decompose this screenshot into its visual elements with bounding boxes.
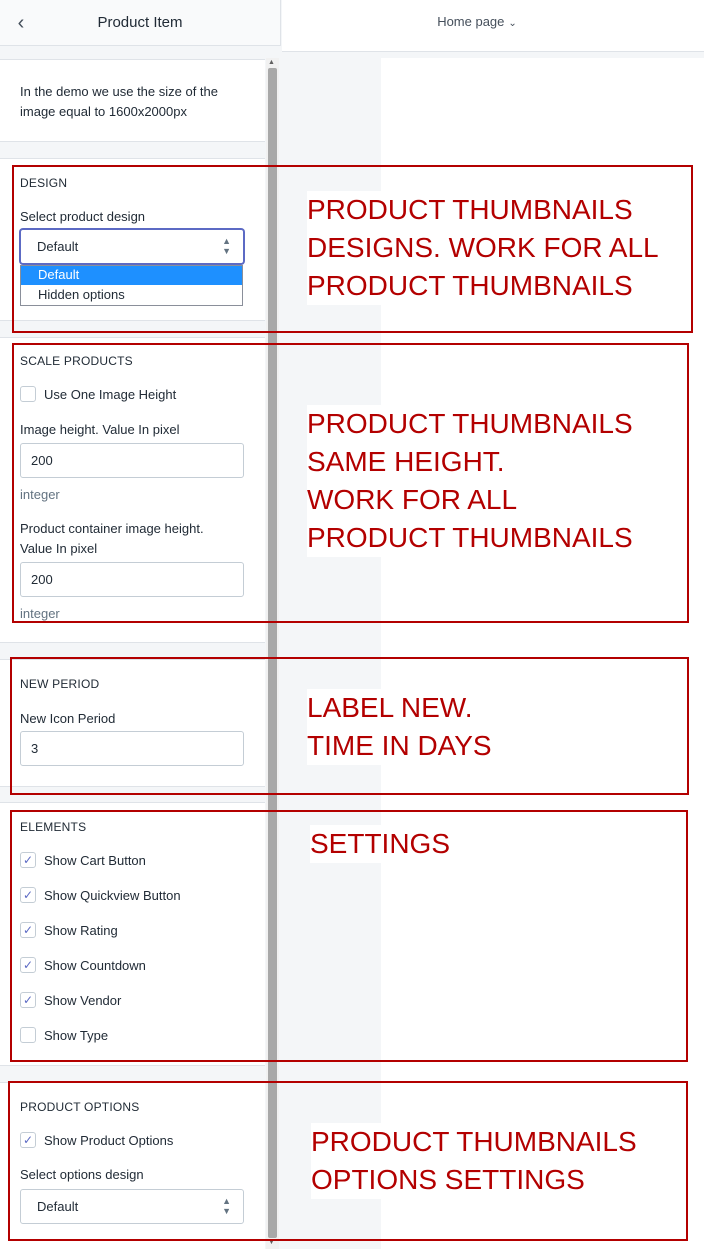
chevron-left-icon[interactable]: ‹ xyxy=(10,11,32,35)
scroll-up-icon[interactable]: ▲ xyxy=(268,59,275,66)
annotation-text-scale: PRODUCT THUMBNAILS SAME HEIGHT. WORK FOR… xyxy=(307,405,633,557)
panel-header: ‹ Product Item xyxy=(0,0,281,46)
chevron-down-icon: ⌄ xyxy=(508,18,517,29)
info-card: In the demo we use the size of the image… xyxy=(0,59,265,142)
annotation-text-product-options: PRODUCT THUMBNAILS OPTIONS SETTINGS xyxy=(311,1123,637,1199)
page-selector-label: Home page xyxy=(437,14,505,29)
info-text: In the demo we use the size of the image… xyxy=(20,84,219,119)
annotation-text-design: PRODUCT THUMBNAILS DESIGNS. WORK FOR ALL… xyxy=(307,191,659,305)
panel-title: Product Item xyxy=(97,14,183,31)
preview-topbar: Home page ⌄ xyxy=(282,0,704,52)
page-selector[interactable]: Home page ⌄ xyxy=(282,14,672,29)
annotation-text-new-period: LABEL NEW. TIME IN DAYS xyxy=(307,689,492,765)
annotation-text-elements: SETTINGS xyxy=(310,825,451,863)
